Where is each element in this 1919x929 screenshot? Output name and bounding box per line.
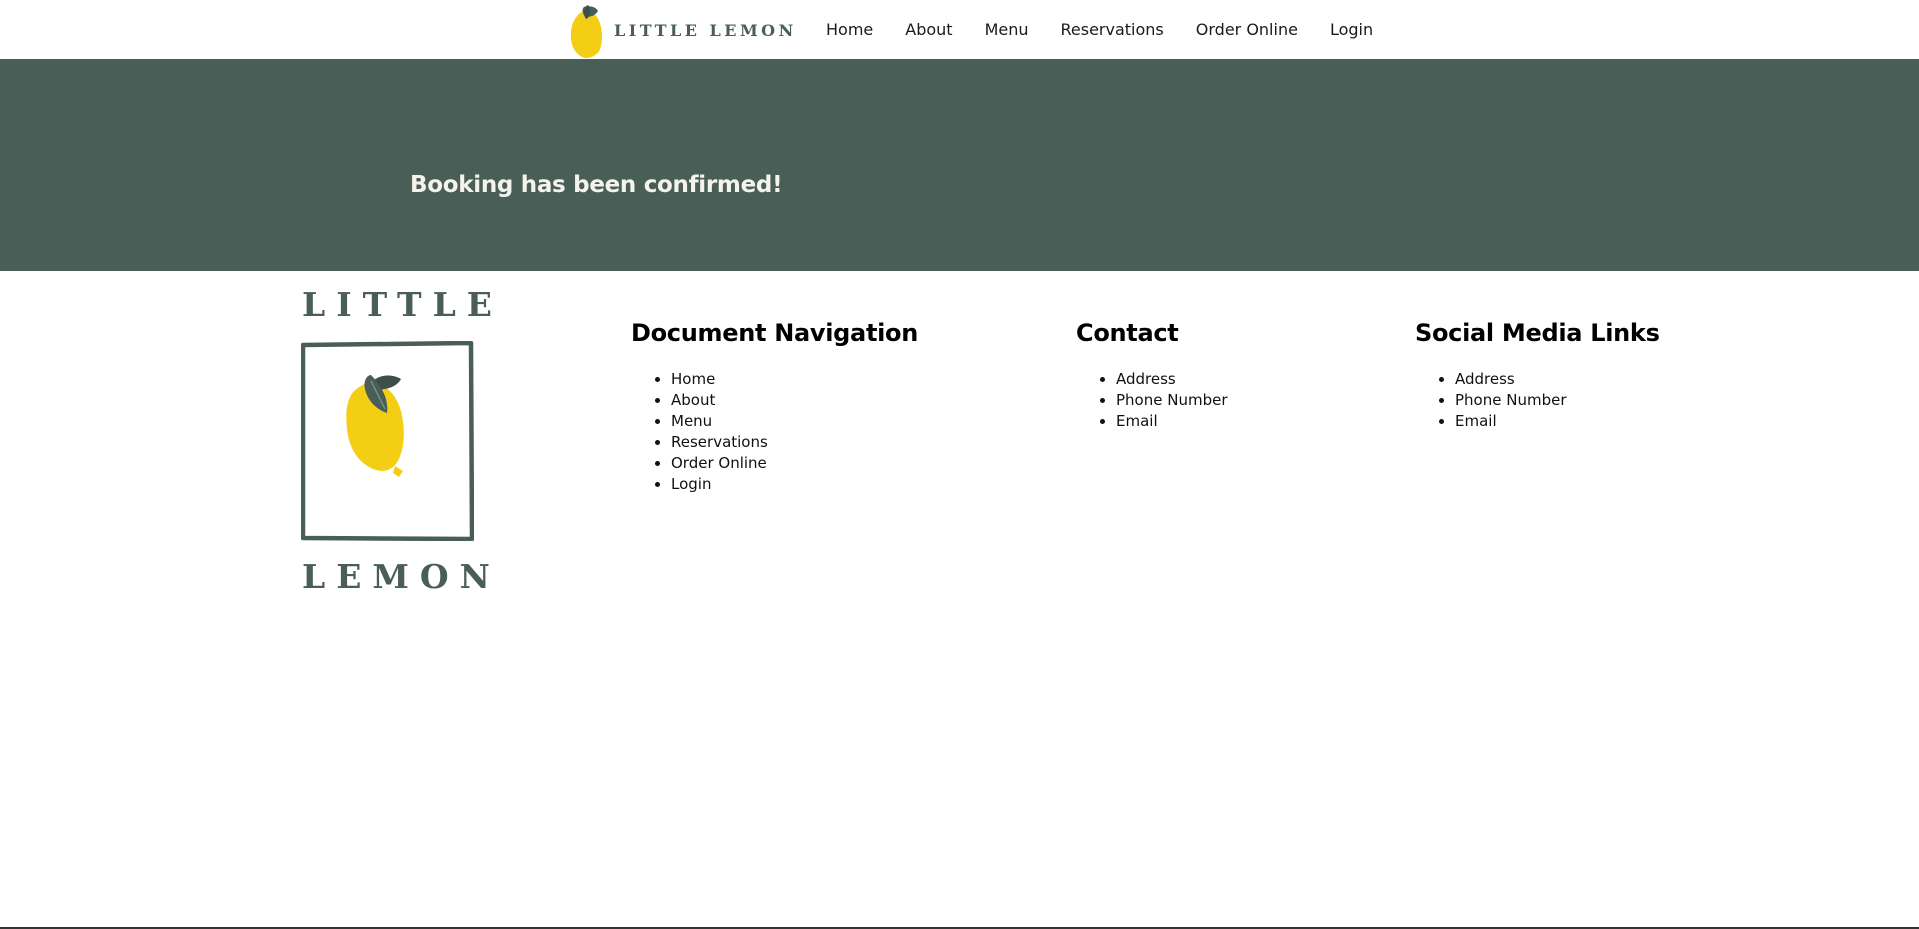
social-phone-number[interactable]: Phone Number — [1455, 390, 1660, 411]
contact-address[interactable]: Address — [1116, 369, 1228, 390]
document-navigation-heading: Document Navigation — [631, 319, 919, 347]
social-media-list: Address Phone Number Email — [1415, 369, 1660, 432]
nav-login[interactable]: Login — [1330, 20, 1373, 39]
social-address[interactable]: Address — [1455, 369, 1660, 390]
nav-home[interactable]: Home — [826, 20, 873, 39]
contact-heading: Contact — [1076, 319, 1179, 347]
footer-document-navigation: Document Navigation Home About Menu Rese… — [631, 319, 918, 495]
footer-logo-bottom-word: LEMON — [302, 557, 501, 596]
lemon-icon — [570, 4, 602, 58]
footer-link-about[interactable]: About — [671, 390, 918, 411]
site-header: LITTLE LEMON Home About Menu Reservation… — [0, 0, 1919, 59]
footer-link-menu[interactable]: Menu — [671, 411, 918, 432]
brand-logo[interactable]: LITTLE LEMON — [568, 0, 797, 59]
contact-email[interactable]: Email — [1116, 411, 1228, 432]
footer-logo-top-word: LITTLE — [302, 285, 503, 324]
document-navigation-list: Home About Menu Reservations Order Onlin… — [631, 369, 918, 495]
confirmation-banner: Booking has been confirmed! — [0, 59, 1919, 271]
footer-link-reservations[interactable]: Reservations — [671, 432, 918, 453]
main-nav: Home About Menu Reservations Order Onlin… — [826, 0, 1373, 59]
social-media-heading: Social Media Links — [1415, 319, 1660, 347]
footer-link-login[interactable]: Login — [671, 474, 918, 495]
footer-link-home[interactable]: Home — [671, 369, 918, 390]
site-footer: LITTLE LEMON Document Navigation Home Ab… — [0, 271, 1919, 925]
footer-contact: Contact Address Phone Number Email — [1076, 319, 1228, 432]
confirmation-message: Booking has been confirmed! — [410, 172, 783, 198]
social-email[interactable]: Email — [1455, 411, 1660, 432]
nav-menu[interactable]: Menu — [985, 20, 1029, 39]
lemon-icon — [301, 341, 474, 541]
brand-name: LITTLE LEMON — [614, 21, 797, 40]
nav-reservations[interactable]: Reservations — [1061, 20, 1164, 39]
footer-social-media: Social Media Links Address Phone Number … — [1415, 319, 1660, 432]
footer-link-order-online[interactable]: Order Online — [671, 453, 918, 474]
nav-about[interactable]: About — [905, 20, 952, 39]
contact-phone-number[interactable]: Phone Number — [1116, 390, 1228, 411]
contact-list: Address Phone Number Email — [1076, 369, 1228, 432]
nav-order-online[interactable]: Order Online — [1196, 20, 1298, 39]
